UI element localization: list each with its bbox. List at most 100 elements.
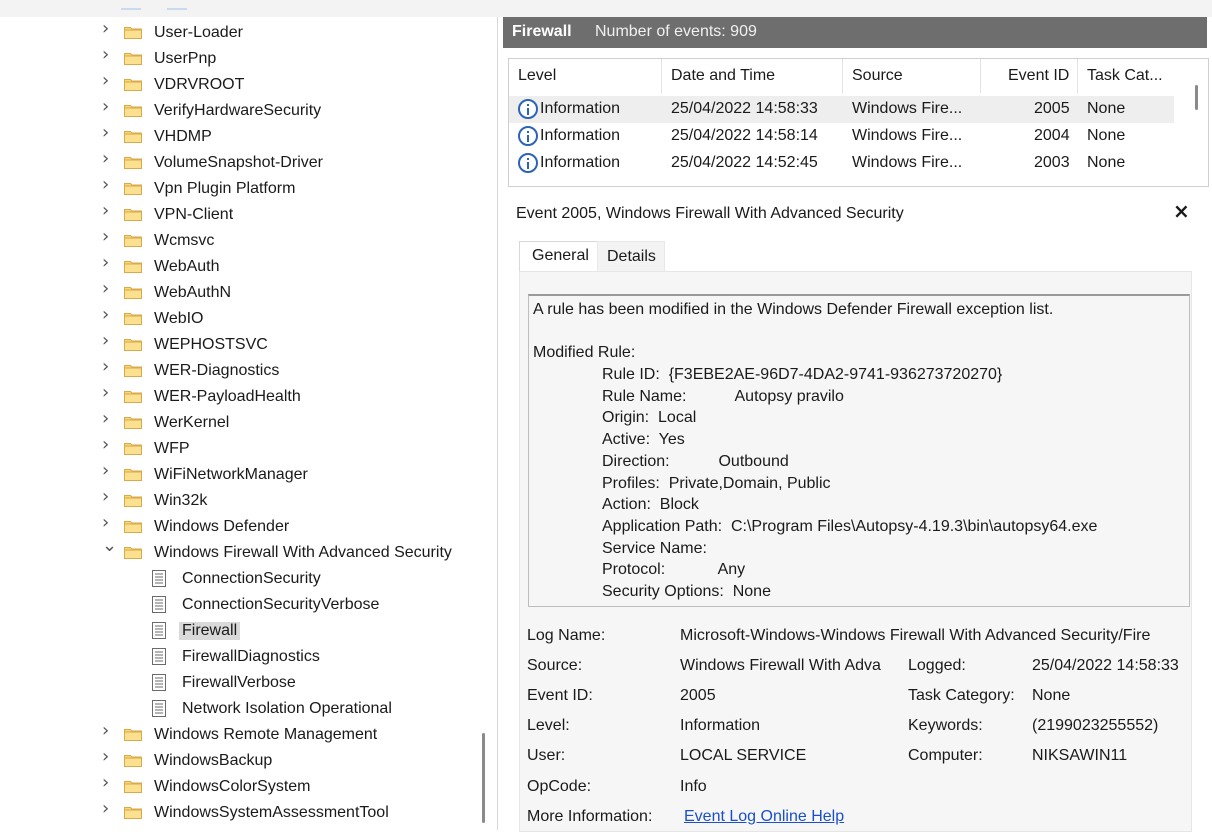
chevron-right-icon[interactable]: ›	[102, 72, 114, 90]
more-information-label: More Information:	[527, 808, 653, 825]
tree-folder-item[interactable]: › User-Loader	[0, 20, 497, 47]
tree-folder-item[interactable]: › UserPnp	[0, 46, 497, 73]
chevron-right-icon[interactable]: ›	[102, 358, 114, 376]
event-log-online-help-link[interactable]: Event Log Online Help	[684, 808, 844, 826]
column-header-level[interactable]: Level	[518, 67, 556, 85]
chevron-right-icon[interactable]: ›	[102, 488, 114, 506]
column-divider[interactable]	[661, 59, 662, 93]
tree-folder-item[interactable]: › WebAuth	[0, 254, 497, 281]
events-scrollbar-thumb[interactable]	[1195, 85, 1198, 110]
folder-icon	[124, 547, 142, 559]
tree-folder-item[interactable]: › Vpn Plugin Platform	[0, 176, 497, 203]
keywords-label: Keywords:	[908, 717, 983, 734]
tree-folder-item[interactable]: › WER-Diagnostics	[0, 358, 497, 385]
chevron-right-icon[interactable]: ›	[102, 202, 114, 220]
tree-folder-item[interactable]: › WerKernel	[0, 410, 497, 437]
chevron-right-icon[interactable]: ›	[102, 800, 114, 818]
tree-folder-item[interactable]: › WindowsColorSystem	[0, 774, 497, 801]
tree-folder-item[interactable]: › WebAuthN	[0, 280, 497, 307]
event-message[interactable]: A rule has been modified in the Windows …	[528, 294, 1190, 607]
tree-folder-item[interactable]: › WER-PayloadHealth	[0, 384, 497, 411]
tree-item-label: Vpn Plugin Platform	[154, 180, 296, 197]
event-log-icon	[152, 570, 166, 587]
chevron-right-icon[interactable]: ›	[102, 410, 114, 428]
tree-folder-item[interactable]: ⌄ Windows Firewall With Advanced Security	[0, 537, 497, 567]
tree-folder-item[interactable]: › VerifyHardwareSecurity	[0, 98, 497, 125]
tree-folder-item[interactable]: › Windows Remote Management	[0, 722, 497, 749]
tab-details[interactable]: Details	[597, 241, 665, 272]
tree-folder-item[interactable]: › VPN-Client	[0, 202, 497, 229]
table-row[interactable]: Information 25/04/2022 14:58:33 Windows …	[509, 96, 1174, 123]
tree-folder-item[interactable]: › VHDMP	[0, 124, 497, 151]
table-row[interactable]: Information 25/04/2022 14:58:14 Windows …	[509, 123, 1174, 150]
log-tree[interactable]: › User-Loader › UserPnp › VDRVROOT › VerifyHard…	[0, 17, 498, 830]
tree-item-label: VDRVROOT	[154, 76, 245, 93]
tree-folder-item[interactable]: › WEPHOSTSVC	[0, 332, 497, 359]
tree-log-item[interactable]: FirewallVerbose	[0, 671, 497, 697]
folder-icon	[124, 131, 142, 143]
tree-log-item[interactable]: FirewallDiagnostics	[0, 645, 497, 671]
chevron-right-icon[interactable]: ›	[102, 462, 114, 480]
chevron-right-icon[interactable]: ›	[102, 150, 114, 168]
chevron-down-icon[interactable]: ⌄	[102, 537, 117, 555]
tree-item-label: UserPnp	[154, 50, 217, 67]
chevron-right-icon[interactable]: ›	[102, 46, 114, 64]
message-rule-line: Profiles: Private,Domain, Public	[602, 474, 831, 492]
user-value: LOCAL SERVICE	[680, 747, 807, 764]
column-header-date[interactable]: Date and Time	[671, 67, 775, 85]
tree-item-label: Wcmsvc	[154, 232, 215, 249]
column-divider[interactable]	[1077, 59, 1078, 93]
chevron-right-icon[interactable]: ›	[102, 280, 114, 298]
folder-icon	[124, 391, 142, 403]
chevron-right-icon[interactable]: ›	[102, 20, 114, 38]
tree-folder-item[interactable]: › VolumeSnapshot-Driver	[0, 150, 497, 177]
chevron-right-icon[interactable]: ›	[102, 384, 114, 402]
folder-icon	[124, 729, 142, 741]
tree-folder-item[interactable]: › WindowsBackup	[0, 748, 497, 775]
chevron-right-icon[interactable]: ›	[102, 774, 114, 792]
column-divider[interactable]	[842, 59, 843, 93]
tree-log-item[interactable]: ConnectionSecurity	[0, 567, 497, 593]
folder-icon	[124, 781, 142, 793]
chevron-right-icon[interactable]: ›	[102, 722, 114, 740]
events-table[interactable]: Level Date and Time Source Event ID Task…	[508, 58, 1209, 187]
tree-log-item[interactable]: ConnectionSecurityVerbose	[0, 593, 497, 619]
tree-folder-item[interactable]: › WFP	[0, 436, 497, 463]
tree-folder-item[interactable]: › WindowsSystemAssessmentTool	[0, 800, 497, 827]
chevron-right-icon[interactable]: ›	[102, 514, 114, 532]
chevron-right-icon[interactable]: ›	[102, 254, 114, 272]
column-header-task-category[interactable]: Task Cat...	[1087, 67, 1163, 85]
column-header-event-id[interactable]: Event ID	[1008, 67, 1069, 85]
chevron-right-icon[interactable]: ›	[102, 306, 114, 324]
tree-log-item[interactable]: Firewall	[0, 619, 497, 645]
tree-item-label: Windows Remote Management	[154, 726, 378, 743]
table-row[interactable]: Information 25/04/2022 14:52:45 Windows …	[509, 150, 1174, 177]
tree-folder-item[interactable]: › Windows Defender	[0, 514, 497, 541]
tree-item-label: Win32k	[154, 492, 208, 509]
chevron-right-icon[interactable]: ›	[102, 228, 114, 246]
chevron-right-icon[interactable]: ›	[102, 124, 114, 142]
chevron-right-icon[interactable]: ›	[102, 98, 114, 116]
chevron-right-icon[interactable]: ›	[102, 176, 114, 194]
close-icon[interactable]: ×	[1173, 199, 1190, 223]
column-divider[interactable]	[980, 59, 981, 93]
tree-folder-item[interactable]: › Wcmsvc	[0, 228, 497, 255]
tree-item-label: WEPHOSTSVC	[154, 336, 268, 353]
row-source: Windows Fire...	[852, 100, 963, 117]
toolbar-fragment	[121, 8, 141, 10]
folder-icon	[124, 313, 142, 325]
message-rule-line: Rule ID: {F3EBE2AE-96D7-4DA2-9741-936273…	[602, 366, 1003, 383]
tree-log-item[interactable]: Network Isolation Operational	[0, 697, 497, 723]
chevron-right-icon[interactable]: ›	[102, 436, 114, 454]
tree-folder-item[interactable]: › WiFiNetworkManager	[0, 462, 497, 489]
tree-folder-item[interactable]: › WebIO	[0, 306, 497, 333]
message-rule-line: Direction: Outbound	[602, 452, 789, 470]
column-header-source[interactable]: Source	[852, 67, 903, 85]
tree-scrollbar-thumb[interactable]	[482, 733, 485, 823]
chevron-right-icon[interactable]: ›	[102, 748, 114, 766]
folder-icon	[124, 521, 142, 533]
tree-folder-item[interactable]: › Win32k	[0, 488, 497, 515]
tree-folder-item[interactable]: › VDRVROOT	[0, 72, 497, 99]
tab-general[interactable]: General	[519, 241, 598, 272]
chevron-right-icon[interactable]: ›	[102, 332, 114, 350]
